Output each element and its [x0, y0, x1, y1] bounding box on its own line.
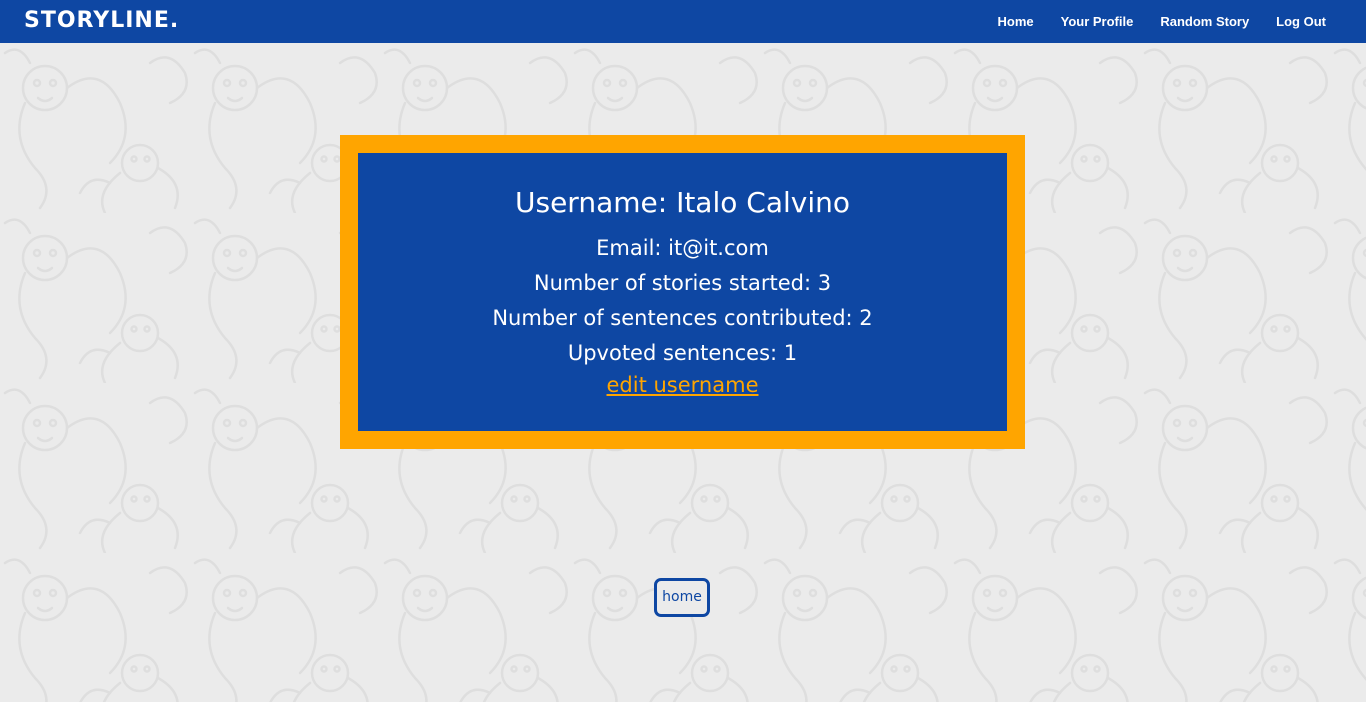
- top-navbar: STORYLINE. Home Your Profile Random Stor…: [0, 0, 1366, 43]
- nav-your-profile-link[interactable]: Your Profile: [1061, 14, 1134, 29]
- brand-logo[interactable]: STORYLINE.: [24, 8, 179, 34]
- nav-log-out-link[interactable]: Log Out: [1276, 14, 1326, 29]
- upvoted-sentences-line: Upvoted sentences: 1: [567, 341, 798, 365]
- stories-started-line: Number of stories started: 3: [533, 271, 832, 295]
- profile-card: Username: Italo Calvino Email: it@it.com…: [340, 135, 1025, 449]
- nav-home-link[interactable]: Home: [997, 14, 1033, 29]
- username-heading: Username: Italo Calvino: [515, 186, 850, 219]
- home-button[interactable]: home: [654, 578, 710, 617]
- edit-username-link[interactable]: edit username: [358, 372, 1007, 398]
- nav-random-story-link[interactable]: Random Story: [1160, 14, 1249, 29]
- nav-links: Home Your Profile Random Story Log Out: [997, 0, 1326, 43]
- email-line: Email: it@it.com: [596, 236, 769, 260]
- sentences-contributed-line: Number of sentences contributed: 2: [492, 306, 873, 330]
